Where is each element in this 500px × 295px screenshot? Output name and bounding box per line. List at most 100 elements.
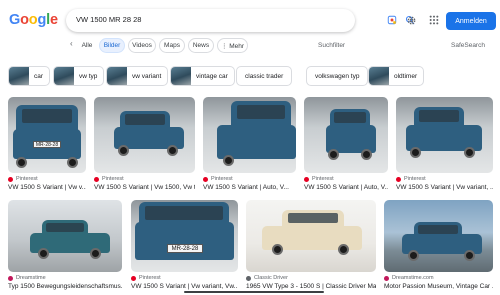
tab-images[interactable]: Bilder bbox=[99, 38, 125, 53]
result-image[interactable] bbox=[8, 200, 122, 272]
result-image[interactable]: MR-28-28 bbox=[131, 200, 238, 272]
chip-vw-variant[interactable]: vw variant bbox=[106, 66, 169, 86]
source-name: Pinterest bbox=[211, 176, 233, 182]
dreamstime-icon bbox=[8, 275, 13, 281]
scroll-indicator bbox=[184, 291, 324, 293]
car-window bbox=[334, 112, 366, 123]
search-filters-button[interactable]: Suchfilter bbox=[318, 42, 345, 49]
image-result[interactable]: MR-28-28 Pinterest VW 1500 S Variant | V… bbox=[131, 200, 238, 292]
back-chevron-icon[interactable]: ‹ bbox=[70, 39, 73, 48]
result-title[interactable]: VW 1500 S Variant | Vw 1500, Vw t... bbox=[94, 184, 195, 191]
gear-icon[interactable] bbox=[405, 14, 417, 26]
wheel bbox=[90, 248, 101, 259]
source-name: Pinterest bbox=[312, 176, 334, 182]
search-tabs: ‹ Alle Bilder Videos Maps News ⋮ Mehr Su… bbox=[0, 38, 500, 54]
result-source: Pinterest bbox=[396, 176, 426, 182]
chip-vw-typ[interactable]: vw typ bbox=[53, 66, 105, 86]
pinterest-icon bbox=[396, 176, 401, 182]
wheel bbox=[167, 145, 178, 156]
result-title[interactable]: VW 1500 S Variant | Auto, V... bbox=[203, 184, 296, 191]
signin-button[interactable]: Anmelden bbox=[446, 12, 496, 30]
source-name: Dreamstime bbox=[16, 275, 46, 281]
result-image[interactable] bbox=[94, 97, 195, 173]
tab-all[interactable]: Alle bbox=[77, 38, 97, 53]
search-input[interactable]: VW 1500 MR 28 28 bbox=[76, 15, 141, 24]
car-body bbox=[135, 222, 234, 260]
result-source: Pinterest bbox=[203, 176, 233, 182]
result-image[interactable]: MR-28-28 bbox=[8, 97, 86, 173]
search-box[interactable]: VW 1500 MR 28 28 bbox=[66, 9, 415, 32]
source-name: Pinterest bbox=[16, 176, 38, 182]
license-plate: MR-28-28 bbox=[167, 244, 203, 253]
classic-driver-icon bbox=[246, 275, 251, 281]
result-title[interactable]: VW 1500 S Variant | Vw variant, Vw... bbox=[131, 283, 238, 290]
lens-icon[interactable] bbox=[386, 14, 398, 26]
chip-label: vw variant bbox=[132, 72, 162, 80]
result-image[interactable] bbox=[384, 200, 493, 272]
source-name: Pinterest bbox=[139, 275, 161, 281]
source-name: Classic Driver bbox=[254, 275, 288, 281]
result-title[interactable]: VW 1500 S Variant | Vw variant, ... bbox=[396, 184, 493, 191]
pinterest-icon bbox=[131, 275, 136, 281]
image-result[interactable]: MR-28-28 Pinterest VW 1500 S Variant | V… bbox=[8, 97, 86, 193]
source-name: Pinterest bbox=[102, 176, 124, 182]
logo-letter: o bbox=[20, 12, 29, 28]
image-result[interactable]: Pinterest VW 1500 S Variant | Auto, V... bbox=[304, 97, 388, 193]
chip-oldtimer[interactable]: oldtimer bbox=[368, 66, 425, 86]
apps-grid-icon[interactable] bbox=[428, 14, 440, 26]
wheel bbox=[67, 157, 78, 168]
wheel bbox=[464, 147, 475, 158]
image-result[interactable]: Classic Driver 1965 VW Type 3 - 1500 S |… bbox=[246, 200, 376, 292]
pinterest-icon bbox=[304, 176, 309, 182]
result-title[interactable]: VW 1500 S Variant | Vw v... bbox=[8, 184, 86, 191]
result-image[interactable] bbox=[203, 97, 296, 173]
wheel bbox=[361, 149, 372, 160]
result-title[interactable]: Motor Passion Museum, Vintage Car ... bbox=[384, 283, 493, 290]
result-image[interactable] bbox=[246, 200, 376, 272]
chip-classic-trader[interactable]: classic trader bbox=[236, 66, 293, 86]
dreamstime-icon bbox=[384, 275, 389, 281]
tab-news[interactable]: News bbox=[188, 38, 214, 53]
car-window bbox=[46, 223, 84, 232]
logo-letter: G bbox=[9, 12, 21, 28]
result-source: Dreamstime.com bbox=[384, 275, 434, 281]
image-result[interactable]: Dreamstime Typ 1500 Bewegungsleidenschaf… bbox=[8, 200, 122, 292]
image-result[interactable]: Pinterest VW 1500 S Variant | Vw variant… bbox=[396, 97, 493, 193]
wheel bbox=[118, 145, 129, 156]
wheel bbox=[38, 248, 49, 259]
result-source: Pinterest bbox=[304, 176, 334, 182]
chip-vintage-car[interactable]: vintage car bbox=[170, 66, 235, 86]
chip-thumbnail bbox=[54, 67, 74, 85]
result-source: Classic Driver bbox=[246, 275, 288, 281]
car-window bbox=[22, 109, 72, 123]
result-title[interactable]: VW 1500 S Variant | Auto, V... bbox=[304, 184, 388, 191]
chip-volkswagen-typ[interactable]: volkswagen typ bbox=[306, 66, 369, 86]
image-result[interactable]: Dreamstime.com Motor Passion Museum, Vin… bbox=[384, 200, 493, 292]
chip-car[interactable]: car bbox=[8, 66, 51, 86]
wheel bbox=[328, 149, 339, 160]
safesearch-button[interactable]: SafeSearch bbox=[451, 42, 485, 49]
chip-label: vintage car bbox=[196, 72, 228, 80]
source-name: Pinterest bbox=[404, 176, 426, 182]
chip-label: car bbox=[34, 72, 44, 80]
car-window bbox=[418, 225, 458, 234]
car-window bbox=[288, 213, 338, 223]
image-result[interactable]: Pinterest VW 1500 S Variant | Auto, V... bbox=[203, 97, 296, 193]
image-result[interactable]: Pinterest VW 1500 S Variant | Vw 1500, V… bbox=[94, 97, 195, 193]
tab-videos[interactable]: Videos bbox=[128, 38, 156, 53]
wheel bbox=[464, 250, 475, 261]
result-title[interactable]: 1965 VW Type 3 - 1500 S | Classic Driver… bbox=[246, 283, 376, 290]
tab-more[interactable]: ⋮ Mehr bbox=[217, 38, 248, 53]
logo-letter: e bbox=[49, 12, 58, 28]
pinterest-icon bbox=[94, 176, 99, 182]
wheel bbox=[272, 244, 283, 255]
car-window bbox=[237, 105, 285, 119]
result-image[interactable] bbox=[304, 97, 388, 173]
result-source: Pinterest bbox=[131, 275, 161, 281]
result-title[interactable]: Typ 1500 Bewegungsleidenschaftsmus... bbox=[8, 283, 122, 290]
license-plate: MR-28-28 bbox=[33, 141, 61, 148]
tab-maps[interactable]: Maps bbox=[159, 38, 185, 53]
google-logo[interactable]: Google bbox=[9, 12, 58, 28]
chip-label: oldtimer bbox=[394, 72, 418, 80]
result-image[interactable] bbox=[396, 97, 493, 173]
